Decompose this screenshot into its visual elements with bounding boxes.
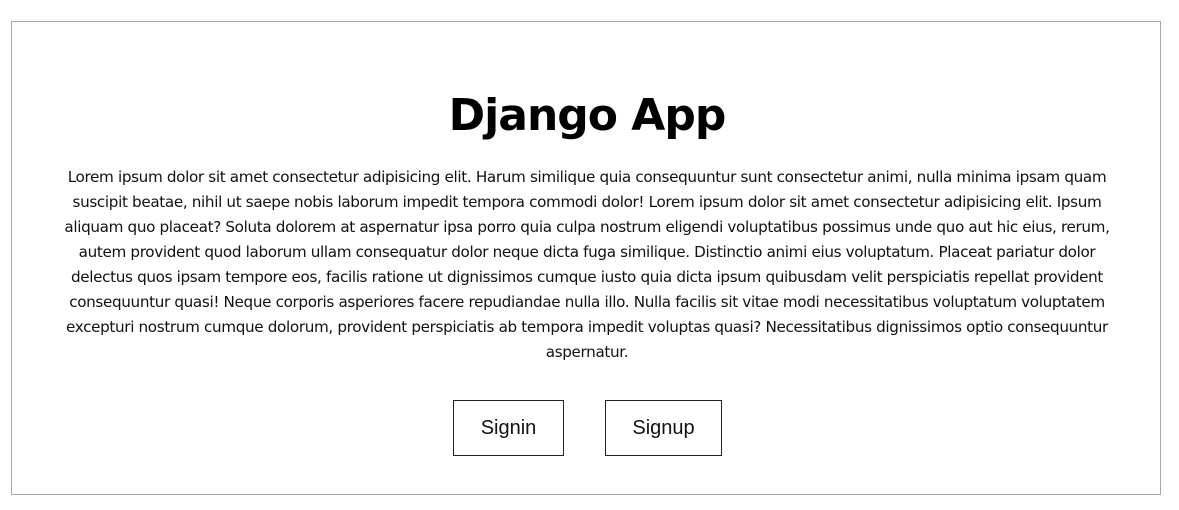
intro-paragraph: Lorem ipsum dolor sit amet consectetur a… xyxy=(64,168,1110,361)
signin-button[interactable]: Signin xyxy=(453,400,564,456)
page-title: Django App xyxy=(448,90,727,141)
landing-card: Django App Lorem ipsum dolor sit amet co… xyxy=(11,21,1161,495)
signup-button[interactable]: Signup xyxy=(605,400,722,456)
